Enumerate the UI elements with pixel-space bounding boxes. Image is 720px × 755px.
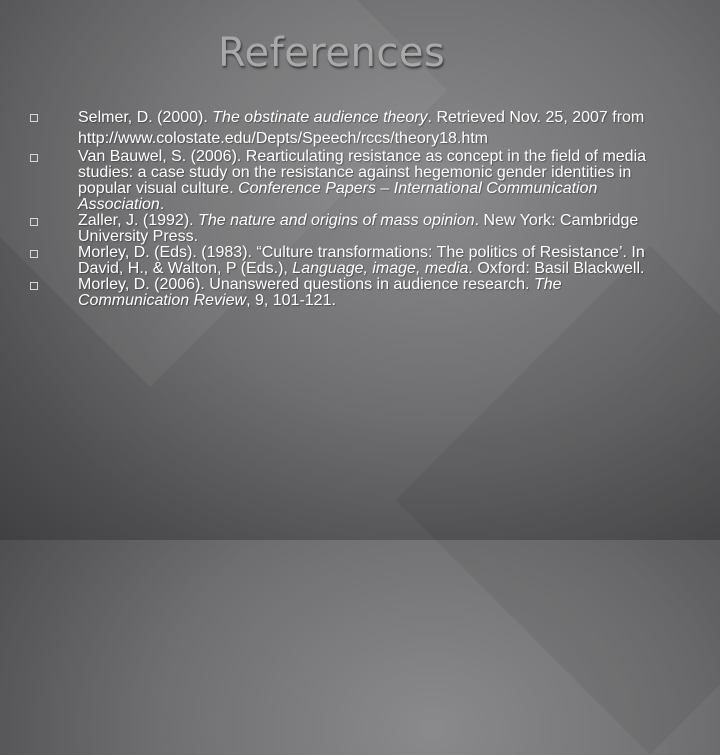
- square-bullet-icon: [30, 114, 38, 122]
- reference-text: Morley, D. (Eds). (1983). “Culture trans…: [78, 244, 645, 277]
- reference-list: Selmer, D. (2000). The obstinate audienc…: [30, 107, 670, 309]
- reference-item: Van Bauwel, S. (2006). Rearticulating re…: [30, 149, 670, 213]
- reference-text: Morley, D. (2006). Unanswered questions …: [78, 276, 562, 309]
- reference-segment: . Oxford: Basil Blackwell.: [468, 260, 645, 277]
- slide: References Selmer, D. (2000). The obstin…: [0, 0, 720, 755]
- reference-segment: Selmer, D. (2000).: [78, 109, 213, 126]
- reference-item: Selmer, D. (2000). The obstinate audienc…: [30, 107, 670, 149]
- square-bullet-icon: [30, 154, 38, 162]
- reference-title-italic: The nature and origins of mass opinion: [198, 212, 475, 229]
- square-bullet-icon: [30, 250, 38, 258]
- square-bullet-icon: [30, 282, 38, 290]
- reference-item: Zaller, J. (1992). The nature and origin…: [30, 213, 670, 245]
- reference-text: Zaller, J. (1992). The nature and origin…: [78, 212, 638, 245]
- reference-item: Morley, D. (2006). Unanswered questions …: [30, 277, 670, 309]
- reference-title-italic: Language, image, media: [292, 260, 469, 277]
- slide-title: References: [218, 30, 446, 76]
- reference-segment: Morley, D. (2006). Unanswered questions …: [78, 276, 534, 293]
- reference-text: Van Bauwel, S. (2006). Rearticulating re…: [78, 148, 646, 213]
- reference-item: Morley, D. (Eds). (1983). “Culture trans…: [30, 245, 670, 277]
- reference-text: Selmer, D. (2000). The obstinate audienc…: [78, 109, 644, 147]
- reference-title-italic: The obstinate audience theory: [212, 109, 428, 126]
- background-shape: [395, 245, 720, 755]
- reference-segment: , 9, 101-121.: [246, 292, 336, 309]
- reference-segment: .: [159, 196, 165, 213]
- reference-segment: Zaller, J. (1992).: [78, 212, 199, 229]
- square-bullet-icon: [30, 218, 38, 226]
